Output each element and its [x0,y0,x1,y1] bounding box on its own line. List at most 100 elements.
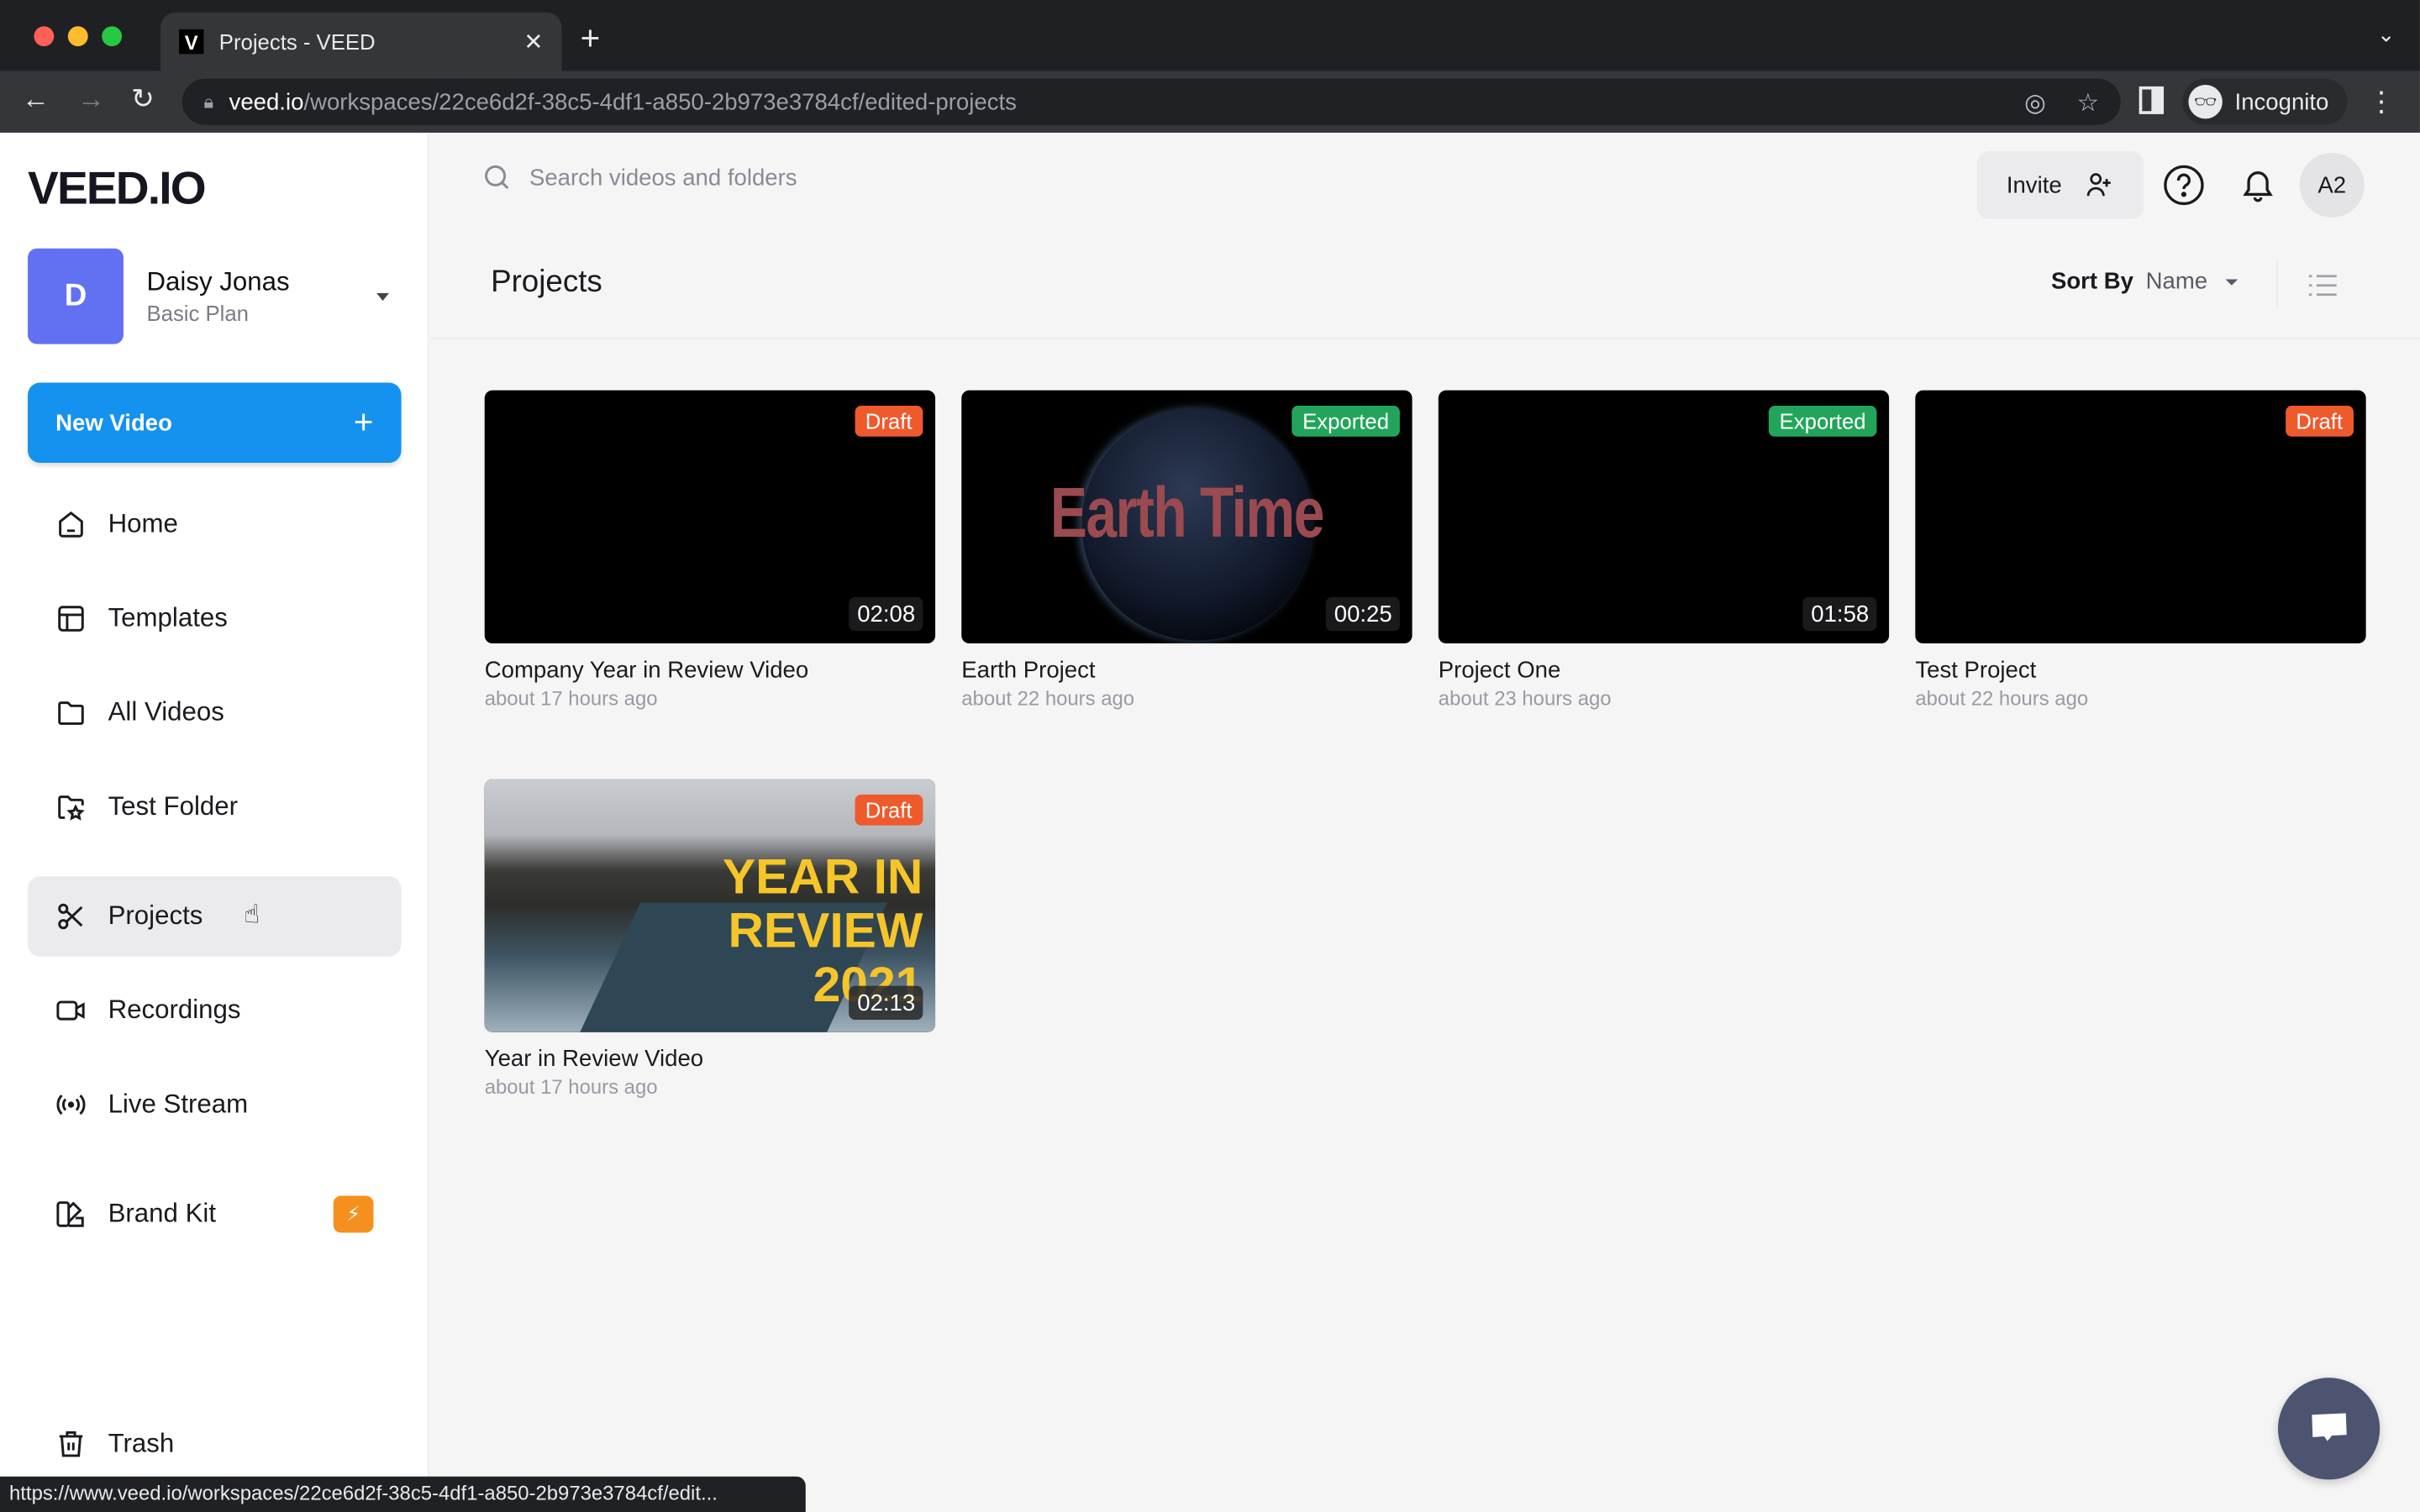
browser-menu-icon[interactable]: ⋮ [2367,87,2395,119]
incognito-profile-button[interactable]: 👓︎ Incognito [2182,78,2348,125]
status-badge: Draft [854,794,923,826]
browser-tab-bar: V Projects - VEED ✕ + ⌄ [0,0,2420,71]
sidebar-item-label: Projects [108,900,203,931]
duration-label: 01:58 [1803,596,1877,632]
forward-icon[interactable]: → [77,83,105,116]
duration-label: 02:13 [850,985,923,1021]
screen: V Projects - VEED ✕ + ⌄ ← → ↻ 🔒︎ veed.io… [0,0,2420,1512]
reload-icon[interactable]: ↻ [131,83,155,116]
templates-icon [55,603,87,634]
minimize-window-button[interactable] [67,26,88,47]
notification-bell-icon[interactable] [2236,164,2279,207]
search-icon [485,165,509,190]
sidebar-item-brand-kit[interactable]: Brand Kit ⚡︎ [28,1174,401,1255]
veed-favicon-icon: V [179,29,204,55]
account-name: Daisy Jonas [146,266,290,297]
project-timestamp: about 23 hours ago [1438,686,1612,710]
caret-down-icon [2226,278,2238,285]
sidebar-item-projects[interactable]: Projects [28,876,402,957]
sort-dropdown[interactable]: Sort By Name [2051,269,2238,295]
project-thumbnail[interactable]: Earth Time Exported 00:25 [961,390,1413,643]
search-placeholder: Search videos and folders [529,164,797,191]
sidebar-item-label: Brand Kit [108,1199,217,1229]
user-avatar[interactable]: A2 [2299,152,2365,218]
new-video-button[interactable]: New Video + [28,382,402,464]
browser-tab[interactable]: V Projects - VEED ✕ [160,12,562,71]
sidebar-item-recordings[interactable]: Recordings [28,970,401,1051]
incognito-label: Incognito [2234,88,2329,115]
project-title[interactable]: Company Year in Review Video [485,657,935,683]
thumbnail-text-line: YEAR IN [722,848,923,905]
bookmark-star-icon[interactable]: ☆ [2077,88,2099,119]
project-timestamp: about 22 hours ago [1915,686,2089,710]
new-tab-button[interactable]: + [581,18,601,59]
incognito-icon: 👓︎ [2188,85,2223,119]
tab-title: Projects - VEED [218,29,376,55]
lock-icon: 🔒︎ [203,90,214,113]
close-tab-icon[interactable]: ✕ [523,28,543,55]
project-thumbnail[interactable]: Exported 01:58 [1438,390,1890,643]
sort-label: Sort By [2050,268,2133,295]
status-badge: Draft [2285,406,2354,437]
home-icon [55,509,87,540]
sidebar-item-label: Templates [108,603,228,633]
project-timestamp: about 22 hours ago [961,686,1135,710]
sidebar-item-all-videos[interactable]: All Videos [28,673,401,753]
project-title[interactable]: Test Project [1915,657,2365,683]
thumbnail-text-line: REVIEW [728,902,923,958]
duration-label: 02:08 [850,596,923,632]
project-card[interactable]: Earth Time Exported 00:25 Earth Project … [961,390,1413,710]
help-icon[interactable] [2162,164,2205,207]
sidebar-item-label: Trash [108,1428,175,1458]
sidebar-item-label: Test Folder [108,791,239,822]
eye-slash-icon[interactable]: ◎ [2024,88,2046,119]
maximize-window-button[interactable] [102,26,123,47]
project-card[interactable]: Draft Test Project about 22 hours ago [1915,390,2366,710]
project-thumbnail[interactable]: Draft [1915,390,2366,643]
sort-value: Name [2145,268,2208,295]
divider [2276,259,2278,309]
invite-label: Invite [2006,171,2062,199]
back-icon[interactable]: ← [22,83,50,116]
caret-down-icon [376,292,389,301]
sidebar-item-label: Home [108,509,178,539]
workspace-avatar: D [28,248,124,344]
side-panel-icon[interactable] [2139,86,2165,114]
project-card[interactable]: Exported 01:58 Project One about 23 hour… [1438,390,1890,710]
page-title: Projects [491,265,602,300]
sidebar-item-live-stream[interactable]: Live Stream [28,1064,401,1145]
veed-logo[interactable]: VEED.IO [28,164,207,216]
sidebar-item-templates[interactable]: Templates [28,579,401,659]
project-card[interactable]: Draft 02:08 Company Year in Review Video… [484,390,936,710]
sidebar-item-test-folder[interactable]: Test Folder [28,767,401,848]
broadcast-icon [55,1089,87,1121]
project-card[interactable]: YEAR IN REVIEW 2021 Draft 02:13 Year in … [484,779,936,1099]
sidebar-item-label: Recordings [108,995,241,1025]
status-badge: Exported [1292,406,1400,437]
invite-button[interactable]: Invite [1976,150,2144,219]
project-thumbnail[interactable]: YEAR IN REVIEW 2021 Draft 02:13 [484,779,936,1032]
trash-icon [55,1429,87,1460]
chat-support-button[interactable] [2277,1378,2381,1480]
project-title[interactable]: Year in Review Video [485,1046,935,1072]
folder-star-icon [55,791,87,822]
new-video-label: New Video [55,409,172,436]
window-controls [34,26,123,47]
list-view-icon[interactable] [2308,275,2337,297]
header-divider [430,338,2420,340]
sidebar-item-home[interactable]: Home [28,485,401,565]
thumbnail-text: Earth Time [1050,472,1325,553]
chevron-down-icon[interactable]: ⌄ [2377,22,2396,48]
sidebar-item-trash[interactable]: Trash [28,1404,401,1484]
project-thumbnail[interactable]: Draft 02:08 [484,390,936,643]
close-window-button[interactable] [34,26,55,47]
search-input[interactable]: Search videos and folders [483,164,797,192]
project-timestamp: about 17 hours ago [484,686,658,710]
lightning-icon: ⚡︎ [333,1195,374,1233]
brand-kit-icon [55,1199,87,1230]
project-title[interactable]: Earth Project [961,657,1412,683]
video-camera-icon [55,995,87,1026]
address-bar[interactable]: 🔒︎ veed.io/workspaces/22ce6d2f-38c5-4df1… [182,78,2121,125]
account-switcher[interactable]: D Daisy Jonas Basic Plan [28,248,401,344]
project-title[interactable]: Project One [1439,657,1889,683]
